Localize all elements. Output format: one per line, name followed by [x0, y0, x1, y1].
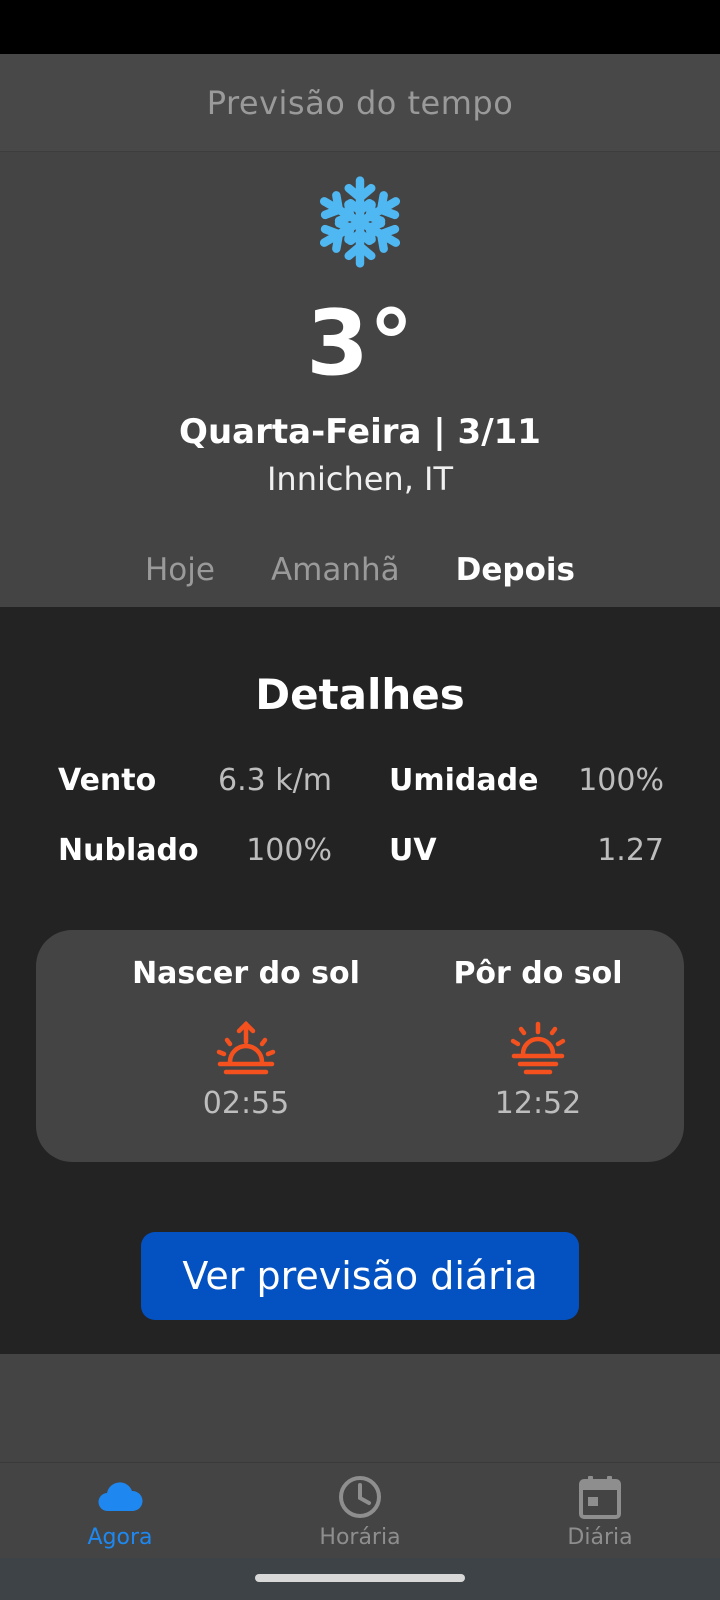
sunset-time: 12:52 — [494, 1086, 582, 1121]
snowflake-icon — [313, 176, 407, 272]
sunset-icon — [510, 1021, 566, 1075]
nav-label-agora: Agora — [87, 1525, 153, 1550]
uv-value: 1.27 — [597, 833, 664, 868]
nav-item-horaria[interactable]: Horária — [240, 1463, 480, 1559]
sunset-column: Pôr do sol 12:52 — [388, 930, 688, 1162]
humidity-value: 100% — [578, 763, 664, 798]
calendar-icon — [579, 1476, 621, 1519]
location-label: Innichen, IT — [266, 460, 454, 498]
sun-card: Nascer do sol 02:55 Pôr do sol 12:52 — [36, 930, 684, 1162]
cloudiness-value: 100% — [246, 833, 332, 868]
daily-forecast-button[interactable]: Ver previsão diária — [141, 1232, 579, 1320]
wind-value: 6.3 k/m — [218, 763, 332, 798]
details-title: Detalhes — [255, 670, 465, 719]
current-date: Quarta-Feira | 3/11 — [179, 412, 541, 452]
tab-hoje[interactable]: Hoje — [117, 552, 243, 588]
sunrise-icon — [216, 1020, 276, 1075]
sunset-label: Pôr do sol — [453, 956, 623, 991]
wind-label: Vento — [58, 763, 157, 798]
home-indicator[interactable] — [255, 1574, 465, 1582]
sunrise-label: Nascer do sol — [132, 956, 360, 991]
clock-icon — [339, 1476, 381, 1518]
sunrise-column: Nascer do sol 02:55 — [96, 930, 396, 1162]
nav-item-diaria[interactable]: Diária — [480, 1463, 720, 1559]
humidity-label: Umidade — [389, 763, 539, 798]
cloudiness-label: Nublado — [58, 833, 199, 868]
nav-label-diaria: Diária — [567, 1525, 633, 1550]
nav-label-horaria: Horária — [319, 1525, 401, 1550]
status-bar — [0, 0, 720, 54]
sunrise-time: 02:55 — [202, 1086, 290, 1121]
nav-item-agora[interactable]: Agora — [0, 1463, 240, 1559]
day-tabs: Hoje Amanhã Depois — [0, 540, 720, 600]
app-bar: Previsão do tempo — [0, 54, 720, 152]
app-title: Previsão do tempo — [206, 83, 514, 122]
tab-amanha[interactable]: Amanhã — [243, 552, 428, 588]
uv-label: UV — [389, 833, 437, 868]
gesture-bar — [0, 1558, 720, 1600]
tab-depois[interactable]: Depois — [428, 552, 603, 588]
cloud-icon — [98, 1482, 143, 1512]
current-temperature: 3° — [306, 291, 414, 396]
bottom-navigation: Agora Horária Diária — [0, 1462, 720, 1558]
